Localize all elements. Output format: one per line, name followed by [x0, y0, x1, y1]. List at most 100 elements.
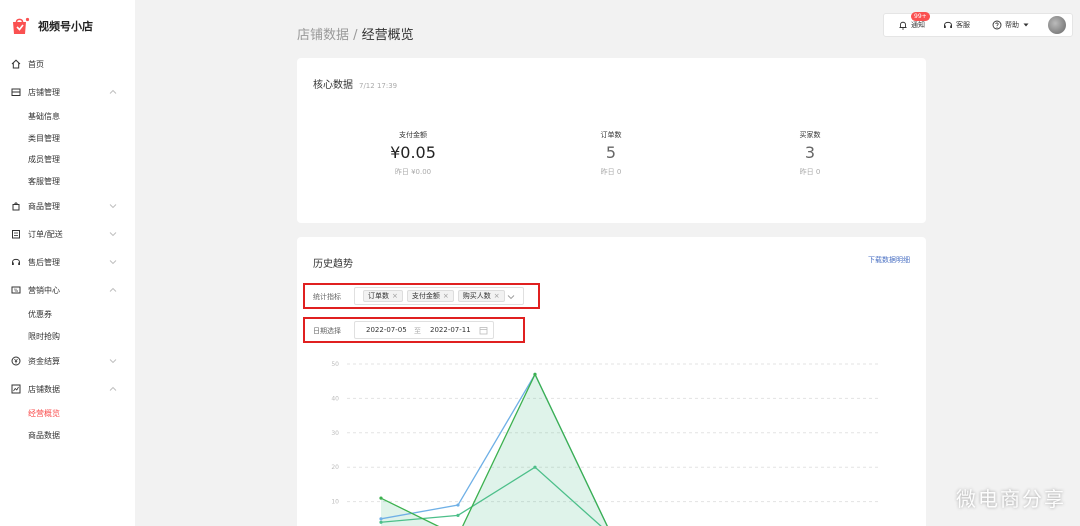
bell-icon: [898, 20, 908, 30]
series-point[interactable]: [379, 520, 383, 524]
sidebar-item-label: 首页: [28, 59, 44, 69]
user-avatar[interactable]: [1048, 16, 1066, 34]
indicator-tag[interactable]: 购买人数 ×: [457, 290, 505, 302]
customer-service-button[interactable]: 客服: [943, 20, 970, 30]
metric-previous: 昨日 ¥0.00: [394, 168, 432, 176]
sidebar-subitem-product-data[interactable]: 商品数据: [0, 425, 135, 447]
breadcrumb-separator: /: [349, 28, 362, 43]
series-point[interactable]: [533, 372, 537, 376]
date-range-picker[interactable]: 2022-07-05 至 2022-07-11: [354, 321, 494, 339]
indicator-tag[interactable]: 支付金额 ×: [406, 290, 454, 302]
tag-label: 购买人数: [462, 292, 491, 300]
sidebar-subitem-coupons[interactable]: 优惠券: [0, 304, 135, 326]
series-point[interactable]: [379, 517, 383, 521]
tag-label: 支付金额: [411, 292, 440, 300]
metric-previous: 昨日 0: [600, 168, 622, 176]
sidebar-item-label: 售后管理: [28, 257, 60, 267]
close-icon[interactable]: ×: [392, 292, 398, 300]
metric-order-count: 订单数 5 昨日 0: [541, 130, 681, 177]
metric-label: 订单数: [600, 131, 622, 139]
series-area: [381, 374, 608, 526]
metric-label: 支付金额: [399, 131, 427, 139]
sidebar-subitem-flash-sale[interactable]: 限时抢购: [0, 326, 135, 348]
chevron-down-icon: [507, 293, 515, 301]
calendar-icon: [479, 326, 488, 335]
home-icon: [11, 59, 21, 69]
notification-badge: 99+: [911, 12, 930, 21]
core-data-timestamp: 7/12 17:39: [359, 82, 398, 90]
sidebar-item-settlement[interactable]: 资金结算: [0, 347, 135, 375]
metric-value: ¥0.05: [390, 143, 436, 162]
shop-bag-logo-icon: [10, 16, 30, 36]
sidebar-item-label: 资金结算: [28, 356, 60, 366]
chart-icon: [11, 384, 21, 394]
tag-label: 订单数: [368, 292, 389, 300]
y-tick-label: 30: [331, 430, 339, 437]
notification-label: 通知: [911, 21, 925, 29]
download-details-link[interactable]: 下载数据明细: [868, 255, 910, 265]
headset-icon: [943, 20, 953, 30]
sidebar-item-store-data[interactable]: 店铺数据: [0, 375, 135, 403]
series-point[interactable]: [533, 465, 537, 469]
sidebar-item-label: 营销中心: [28, 285, 60, 295]
header-toolbar: 99+ 通知 客服 帮助: [883, 12, 1073, 37]
customer-service-label: 客服: [956, 21, 970, 29]
sidebar-subitem-customer-service[interactable]: 客服管理: [0, 171, 135, 193]
svg-text:%: %: [14, 288, 19, 294]
breadcrumb-current: 经营概览: [361, 28, 414, 43]
app-logo[interactable]: 视频号小店: [10, 16, 93, 36]
metric-value: 3: [804, 143, 816, 162]
sidebar-item-home[interactable]: 首页: [0, 50, 135, 78]
close-icon[interactable]: ×: [443, 292, 449, 300]
series-point[interactable]: [456, 503, 460, 507]
trend-chart: 50 40 30 20 10: [331, 361, 880, 526]
close-icon[interactable]: ×: [494, 292, 500, 300]
y-tick-label: 40: [331, 395, 339, 402]
sidebar-item-store-management[interactable]: 店铺管理: [0, 78, 135, 106]
sidebar-subitem-category[interactable]: 类目管理: [0, 128, 135, 150]
chevron-down-icon: [109, 357, 117, 365]
sidebar-subitem-business-overview[interactable]: 经营概览: [0, 403, 135, 425]
sidebar-item-orders[interactable]: 订单/配送: [0, 220, 135, 248]
sidebar-item-products[interactable]: 商品管理: [0, 192, 135, 220]
app-title: 视频号小店: [38, 20, 93, 33]
sidebar-item-label: 店铺数据: [28, 384, 60, 394]
breadcrumb-parent[interactable]: 店铺数据: [297, 28, 349, 43]
help-button[interactable]: 帮助: [992, 20, 1029, 30]
notification-button[interactable]: 99+ 通知: [898, 12, 930, 30]
order-icon: [11, 229, 21, 239]
date-start-input[interactable]: 2022-07-05: [366, 326, 407, 334]
sidebar-subitem-members[interactable]: 成员管理: [0, 149, 135, 171]
question-icon: [992, 20, 1002, 30]
y-tick-label: 20: [331, 464, 339, 471]
chevron-up-icon: [109, 385, 117, 393]
chevron-up-icon: [109, 88, 117, 96]
metric-payment-amount: 支付金额 ¥0.05 昨日 ¥0.00: [343, 130, 483, 177]
indicator-tag[interactable]: 订单数 ×: [363, 290, 403, 302]
core-data-title: 核心数据 7/12 17:39: [313, 76, 397, 91]
core-data-card: 核心数据 7/12 17:39 支付金额 ¥0.05 昨日 ¥0.00 订单数 5…: [297, 58, 926, 223]
sidebar-item-label: 店铺管理: [28, 87, 60, 97]
core-data-heading: 核心数据: [313, 80, 353, 91]
sidebar-item-label: 商品管理: [28, 201, 60, 211]
history-title: 历史趋势: [313, 259, 353, 270]
sidebar-item-marketing[interactable]: % 营销中心: [0, 276, 135, 304]
help-label: 帮助: [1005, 21, 1019, 29]
series-point[interactable]: [456, 513, 460, 517]
y-tick-label: 50: [331, 361, 339, 368]
sidebar: 视频号小店 首页 店铺管理 基础信息 类目管理 成员管理 客服管理 商品管理 订…: [0, 0, 135, 526]
date-end-input[interactable]: 2022-07-11: [430, 326, 471, 334]
sidebar-item-after-sales[interactable]: 售后管理: [0, 248, 135, 276]
metric-label: 买家数: [799, 131, 821, 139]
breadcrumb: 店铺数据 / 经营概览: [297, 24, 414, 43]
store-icon: [11, 87, 21, 97]
date-separator: 至: [414, 327, 421, 335]
sidebar-item-label: 订单/配送: [28, 229, 63, 239]
history-trend-card: 历史趋势 下载数据明细 统计指标 订单数 × 支付金额 × 购买人数 × 日期选择 2…: [297, 237, 926, 526]
sidebar-subitem-basic-info[interactable]: 基础信息: [0, 106, 135, 128]
marketing-icon: %: [11, 285, 21, 295]
watermark-text: 微电商分享: [956, 487, 1066, 511]
indicator-select[interactable]: 订单数 × 支付金额 × 购买人数 ×: [354, 287, 524, 305]
series-point[interactable]: [379, 496, 383, 500]
yen-icon: [11, 356, 21, 366]
